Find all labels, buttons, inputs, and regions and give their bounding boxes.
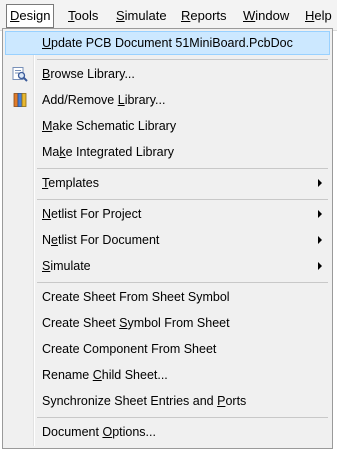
menu-mnemonic: D [10, 8, 20, 23]
menu-item-label: Make Integrated Library [42, 145, 175, 159]
menu-item-templates[interactable]: Templates [5, 171, 330, 195]
submenu-arrow-icon [318, 262, 322, 270]
menu-mnemonic: R [181, 8, 191, 23]
menu-item-netlist-for-document[interactable]: Netlist For Document [5, 228, 330, 252]
menu-window[interactable]: Window [243, 6, 289, 26]
menu-label-part: imulate [124, 8, 167, 23]
menu-item-netlist-for-project[interactable]: Netlist For Project [5, 202, 330, 226]
submenu-arrow-icon [318, 236, 322, 244]
menu-item-label: Add/Remove Library... [42, 93, 166, 107]
menu-item-synchronize-sheet-entries-and-ports[interactable]: Synchronize Sheet Entries and Ports [5, 389, 330, 413]
menu-separator [37, 59, 328, 60]
menu-tools[interactable]: Tools [68, 6, 98, 26]
menu-item-label: Templates [42, 176, 99, 190]
menu-label-part: esign [19, 8, 51, 23]
menu-item-document-options[interactable]: Document Options... [5, 420, 330, 444]
menu-item-label: Netlist For Document [42, 233, 160, 247]
menu-item-simulate[interactable]: Simulate [5, 254, 330, 278]
menu-item-label: Make Schematic Library [42, 119, 177, 133]
menu-item-label: Browse Library... [42, 67, 135, 81]
menu-mnemonic: H [305, 8, 315, 23]
menu-item-label: Simulate [42, 259, 91, 273]
menu-simulate[interactable]: Simulate [116, 6, 167, 26]
menu-item-update-pcb-document[interactable]: Update PCB Document 51MiniBoard.PcbDoc [5, 31, 330, 55]
menu-reports[interactable]: Reports [181, 6, 227, 26]
menu-item-label: Document Options... [42, 425, 156, 439]
menu-design[interactable]: Design [6, 4, 55, 28]
menu-item-add-remove-library[interactable]: Add/Remove Library... [5, 88, 330, 112]
menu-item-label: Create Sheet From Sheet Symbol [42, 290, 230, 304]
menu-mnemonic: W [243, 8, 256, 23]
menu-item-label: Create Component From Sheet [42, 342, 217, 356]
menu-label-part: eports [190, 8, 227, 23]
menu-item-label: Netlist For Project [42, 207, 142, 221]
menu-label-part: indow [255, 8, 290, 23]
menu-separator [37, 199, 328, 200]
menu-item-label: Update PCB Document 51MiniBoard.PcbDoc [42, 36, 293, 50]
menu-item-rename-child-sheet[interactable]: Rename Child Sheet... [5, 363, 330, 387]
menu-item-make-integrated-library[interactable]: Make Integrated Library [5, 140, 330, 164]
menu-bar: Design Tools Simulate Reports Window Hel… [0, 0, 337, 31]
menu-separator [37, 417, 328, 418]
submenu-arrow-icon [318, 179, 322, 187]
menu-item-label: Synchronize Sheet Entries and Ports [42, 394, 247, 408]
menu-item-browse-library[interactable]: Browse Library... [5, 62, 330, 86]
submenu-arrow-icon [318, 210, 322, 218]
menu-separator [37, 168, 328, 169]
menu-separator [37, 282, 328, 283]
menu-item-label: Create Sheet Symbol From Sheet [42, 316, 230, 330]
menu-mnemonic: S [116, 8, 125, 23]
browse-library-icon [12, 67, 28, 82]
menu-label-part: elp [314, 8, 332, 23]
add-remove-library-icon [13, 93, 27, 107]
menu-item-create-sheet-from-sheet-symbol[interactable]: Create Sheet From Sheet Symbol [5, 285, 330, 309]
menu-label-part: ools [74, 8, 99, 23]
menu-item-create-component-from-sheet[interactable]: Create Component From Sheet [5, 337, 330, 361]
menu-help[interactable]: Help [305, 6, 332, 26]
menu-item-make-schematic-library[interactable]: Make Schematic Library [5, 114, 330, 138]
menu-item-label: Rename Child Sheet... [42, 368, 168, 382]
design-dropdown-menu: Update PCB Document 51MiniBoard.PcbDoc B… [2, 28, 333, 449]
menu-item-create-sheet-symbol-from-sheet[interactable]: Create Sheet Symbol From Sheet [5, 311, 330, 335]
